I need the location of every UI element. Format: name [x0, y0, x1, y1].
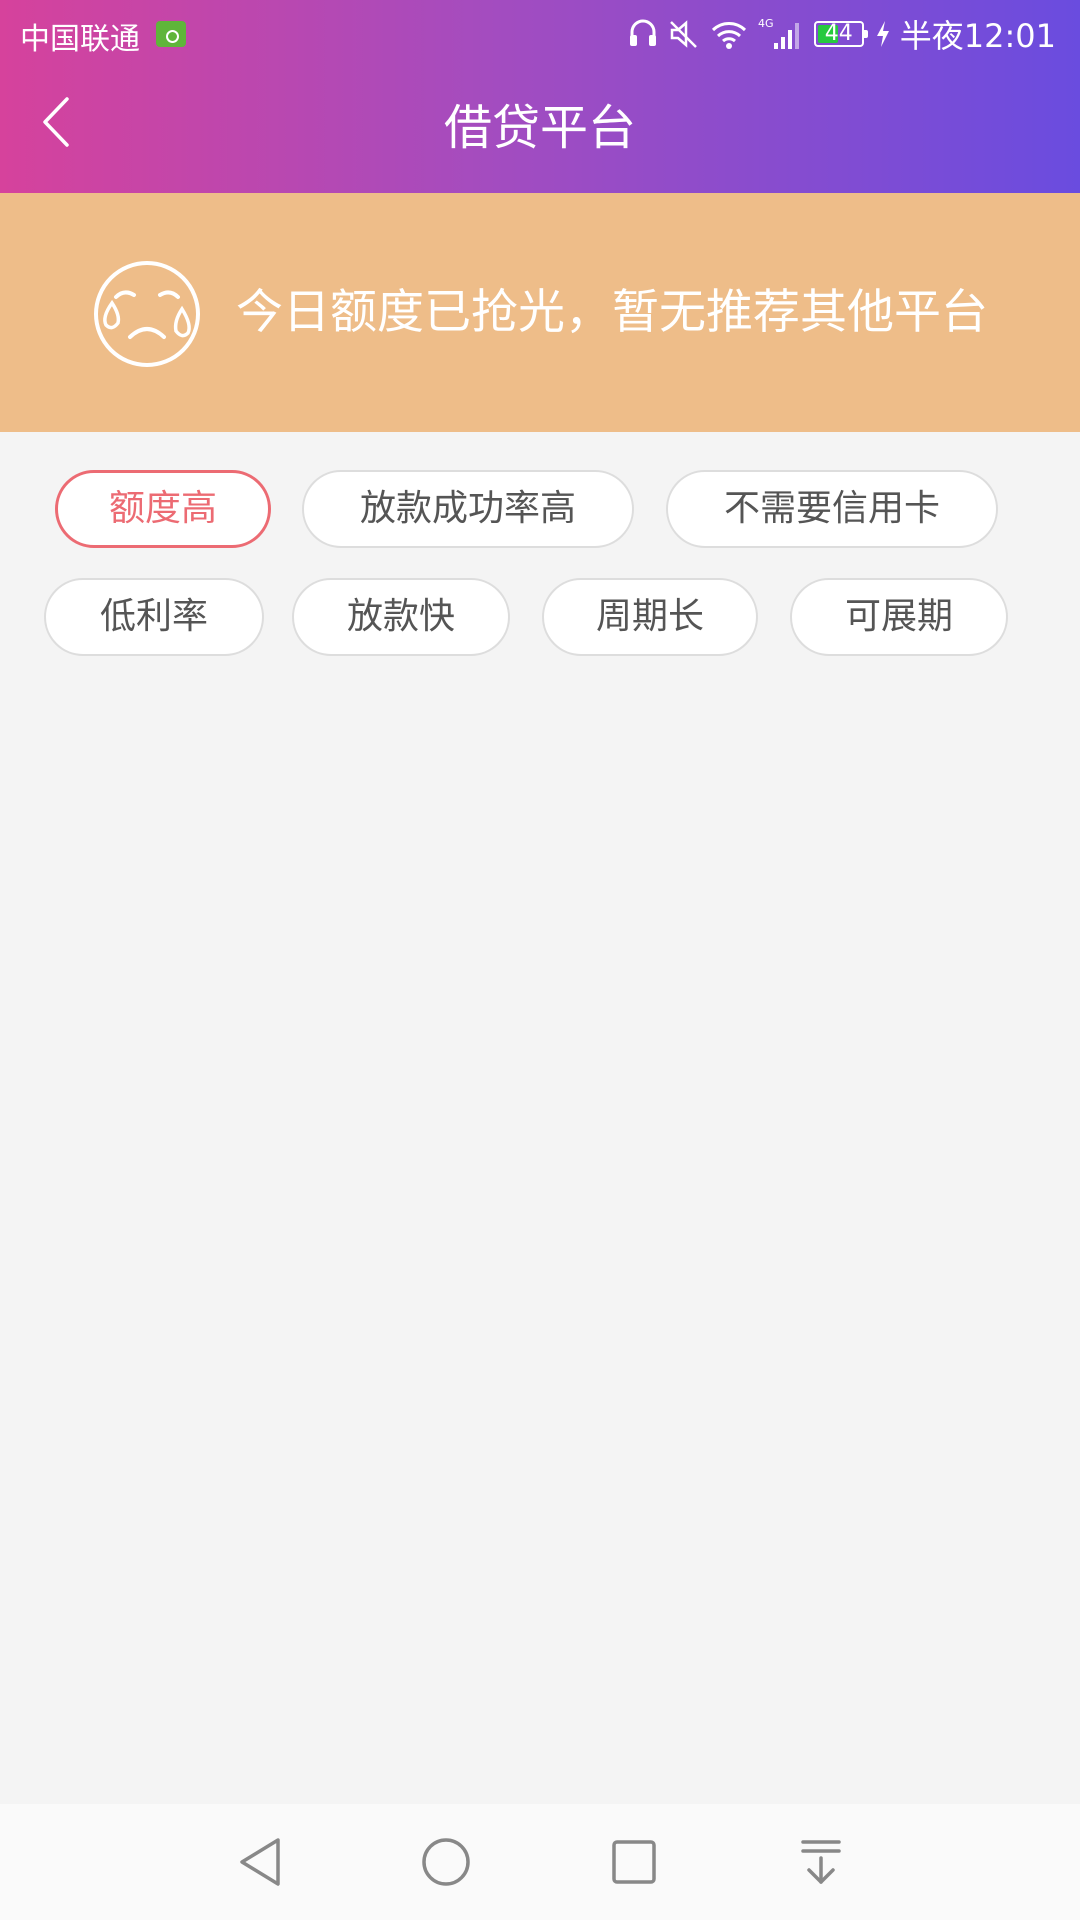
- signal-4g-icon: 4G: [758, 17, 799, 49]
- filter-chip-no-credit-card[interactable]: 不需要信用卡: [666, 470, 998, 548]
- notice-text: 今日额度已抢光，暂无推荐其他平台: [236, 285, 988, 340]
- hd-call-icon: [156, 21, 186, 47]
- nav-notification-button[interactable]: [793, 1834, 849, 1890]
- mute-icon: [669, 20, 697, 48]
- notice-banner: 今日额度已抢光，暂无推荐其他平台: [0, 193, 1080, 432]
- clock: 半夜12:01: [899, 17, 1056, 55]
- filter-chip-extendable[interactable]: 可展期: [790, 578, 1008, 656]
- nav-recents-button[interactable]: [606, 1834, 662, 1890]
- system-nav-bar: [0, 1804, 1080, 1920]
- square-recents-icon: [612, 1840, 656, 1884]
- filter-chip-high-approval[interactable]: 放款成功率高: [302, 470, 634, 548]
- page-title: 借贷平台: [443, 100, 636, 156]
- filter-chip-low-interest[interactable]: 低利率: [44, 578, 264, 656]
- status-bar: 中国联通 4G 44 半夜12:01: [0, 0, 1080, 68]
- wifi-icon: [711, 22, 746, 49]
- nav-home-button[interactable]: [418, 1834, 474, 1890]
- circle-home-icon: [422, 1838, 470, 1886]
- svg-text:4G: 4G: [758, 17, 774, 30]
- triangle-back-icon: [240, 1838, 280, 1886]
- filter-chip-fast-payout[interactable]: 放款快: [292, 578, 510, 656]
- carrier-name: 中国联通: [20, 22, 140, 57]
- filter-chip-long-term[interactable]: 周期长: [542, 578, 758, 656]
- nav-back-button[interactable]: [232, 1834, 288, 1890]
- headset-icon: [629, 19, 656, 46]
- charging-icon: [876, 21, 889, 47]
- status-icons: 4G 44 半夜12:01: [628, 14, 1056, 55]
- sad-face-icon: [94, 261, 200, 367]
- nav-bar: 借贷平台: [0, 68, 1080, 193]
- pull-down-icon: [801, 1840, 841, 1884]
- header-bar: 中国联通 4G 44 半夜12:01 借贷平台: [0, 0, 1080, 193]
- battery-level: 44: [824, 21, 853, 46]
- battery-icon: 44: [813, 21, 868, 47]
- filter-chip-high-limit[interactable]: 额度高: [55, 470, 271, 548]
